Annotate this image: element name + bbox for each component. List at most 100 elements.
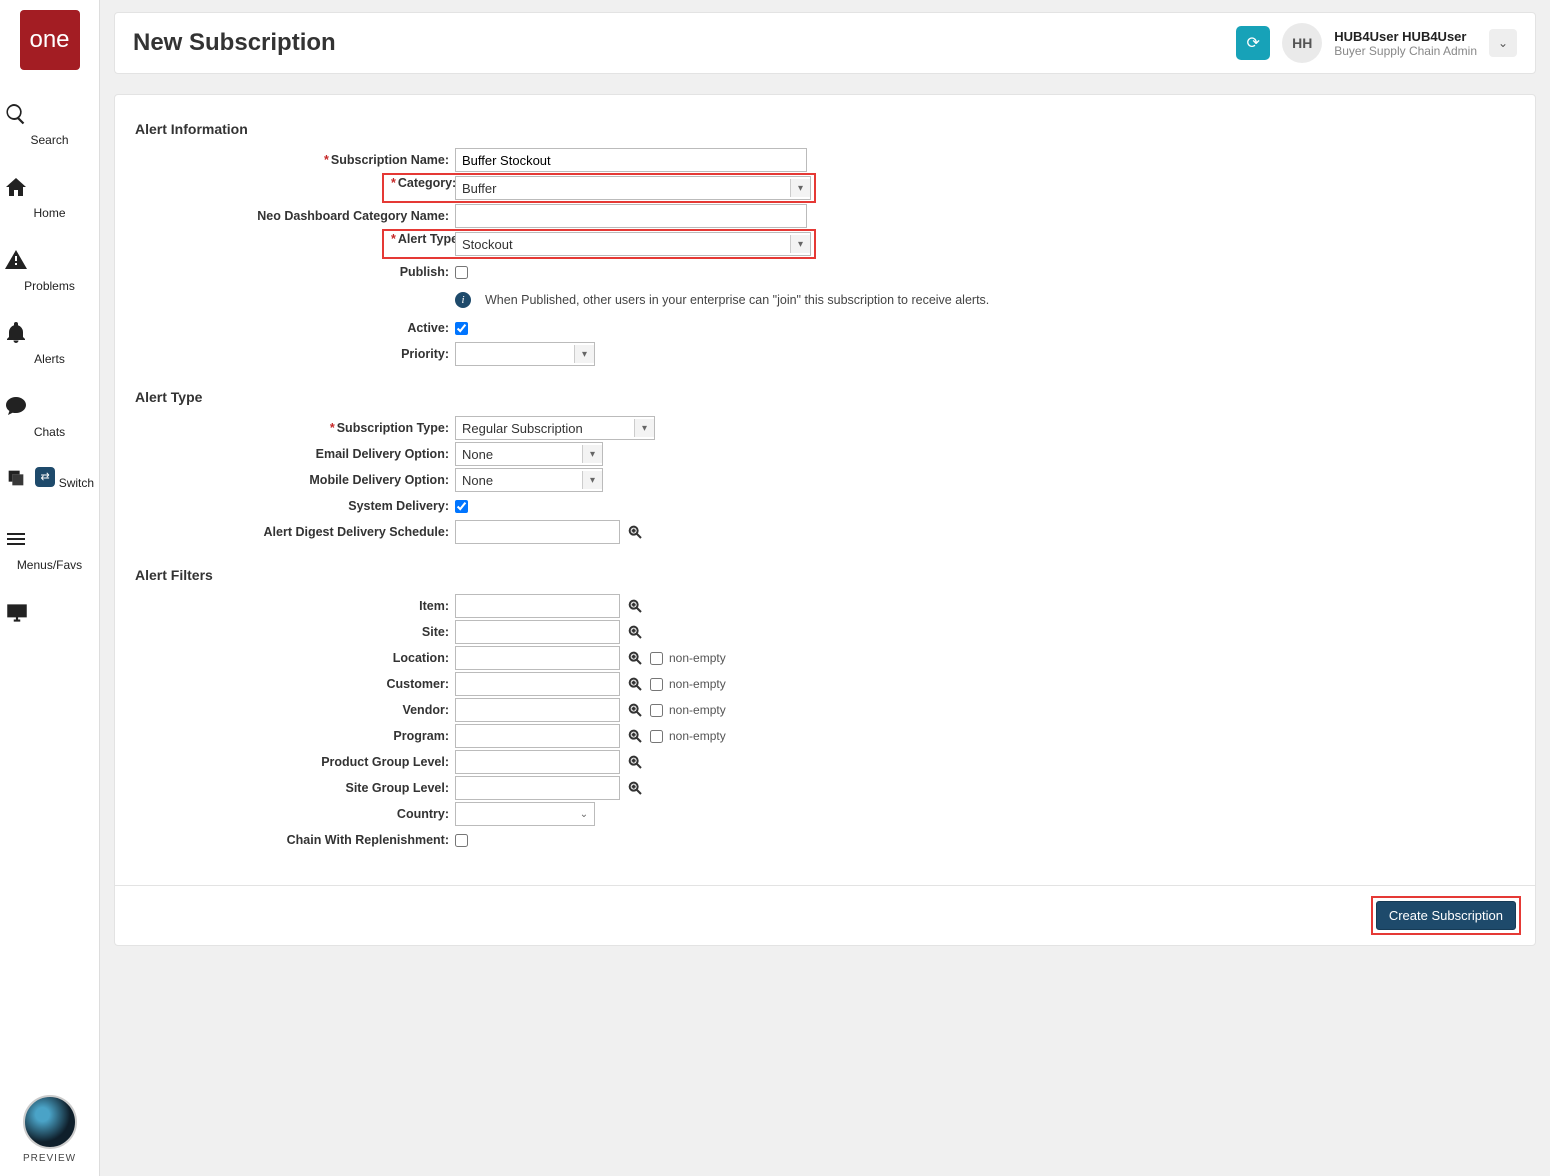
chevron-down-icon: ▾ [790,235,810,253]
publish-checkbox[interactable] [455,266,468,279]
digest-schedule-input[interactable] [455,520,620,544]
label-publish: Publish: [400,265,449,279]
label-nonempty: non-empty [669,677,726,691]
label-system-delivery: System Delivery: [348,499,449,513]
neo-dashboard-input[interactable] [455,204,807,228]
search-zoom-icon[interactable] [626,623,644,641]
user-avatar[interactable]: HH [1282,23,1322,63]
logo[interactable]: one [20,10,80,70]
nav-label: Search [30,133,68,147]
section-alert-type: Alert Type [135,389,1515,405]
refresh-icon: ⟳ [1247,33,1260,53]
nav-problems[interactable]: Problems [0,234,99,307]
page-title: New Subscription [133,29,336,57]
search-zoom-icon[interactable] [626,753,644,771]
mobile-delivery-dropdown[interactable]: None ▾ [455,468,603,492]
search-zoom-icon[interactable] [626,597,644,615]
swap-icon: ⇄ [35,467,55,487]
nav-search[interactable]: Search [0,88,99,161]
chevron-down-icon: ▾ [582,445,602,463]
system-delivery-checkbox[interactable] [455,500,468,513]
preview-avatar[interactable] [23,1095,77,1149]
chevron-down-icon: ▾ [790,179,810,197]
program-input[interactable] [455,724,620,748]
nav-monitor[interactable] [0,586,99,646]
vendor-nonempty-checkbox[interactable] [650,704,663,717]
user-info: HUB4User HUB4User Buyer Supply Chain Adm… [1334,29,1477,58]
highlight-category: *Category: Buffer ▾ [382,173,816,203]
nav-label: Chats [34,425,65,439]
search-zoom-icon[interactable] [626,523,644,541]
nav-chats[interactable]: Chats [0,380,99,453]
chain-replenishment-checkbox[interactable] [455,834,468,847]
label-customer: Customer: [386,677,449,691]
subscription-type-dropdown[interactable]: Regular Subscription ▾ [455,416,655,440]
location-nonempty-checkbox[interactable] [650,652,663,665]
subscription-name-input[interactable] [455,148,807,172]
site-group-level-input[interactable] [455,776,620,800]
warning-icon [4,248,95,272]
label-location: Location: [393,651,449,665]
info-icon: i [455,292,471,308]
label-nonempty: non-empty [669,703,726,717]
email-delivery-value: None [462,447,493,462]
chevron-down-icon: ⌄ [574,805,594,823]
home-icon [4,175,95,199]
section-alert-information: Alert Information [135,121,1515,137]
label-chain-replenishment: Chain With Replenishment: [287,833,449,847]
switch-icon: ⇄ [5,467,55,493]
category-dropdown[interactable]: Buffer ▾ [455,176,811,200]
nav-switch[interactable]: ⇄ Switch [0,453,99,513]
create-subscription-button[interactable]: Create Subscription [1376,901,1516,930]
search-zoom-icon[interactable] [626,727,644,745]
chevron-down-icon: ⌄ [1498,36,1508,50]
category-value: Buffer [462,181,496,196]
nav-menus[interactable]: Menus/Favs [0,513,99,586]
label-subscription-name: Subscription Name: [331,153,449,167]
search-zoom-icon[interactable] [626,779,644,797]
label-vendor: Vendor: [402,703,449,717]
sidebar: one Search Home Problems Alerts [0,0,100,1176]
user-menu-toggle[interactable]: ⌄ [1489,29,1517,57]
chevron-down-icon: ▾ [634,419,654,437]
search-zoom-icon[interactable] [626,675,644,693]
vendor-input[interactable] [455,698,620,722]
nav-label: Home [33,206,65,220]
customer-nonempty-checkbox[interactable] [650,678,663,691]
label-priority: Priority: [401,347,449,361]
nav-home[interactable]: Home [0,161,99,234]
content-card: Alert Information *Subscription Name: *C… [114,94,1536,946]
label-category: Category: [398,176,456,190]
chevron-down-icon: ▾ [582,471,602,489]
nav-label: Switch [59,476,94,490]
monitor-icon [4,600,95,626]
label-program: Program: [393,729,449,743]
country-dropdown[interactable]: ⌄ [455,802,595,826]
active-checkbox[interactable] [455,322,468,335]
program-nonempty-checkbox[interactable] [650,730,663,743]
label-site: Site: [422,625,449,639]
location-input[interactable] [455,646,620,670]
nav-alerts[interactable]: Alerts [0,307,99,380]
subscription-type-value: Regular Subscription [462,421,583,436]
publish-hint: When Published, other users in your ente… [485,293,989,307]
search-zoom-icon[interactable] [626,649,644,667]
label-country: Country: [397,807,449,821]
priority-dropdown[interactable]: ▾ [455,342,595,366]
search-icon [4,102,95,126]
footer-bar: Create Subscription [115,885,1535,945]
item-input[interactable] [455,594,620,618]
refresh-button[interactable]: ⟳ [1236,26,1270,60]
product-group-level-input[interactable] [455,750,620,774]
customer-input[interactable] [455,672,620,696]
nav-label: Menus/Favs [17,558,82,572]
label-mobile-delivery: Mobile Delivery Option: [309,473,449,487]
alert-type-dropdown[interactable]: Stockout ▾ [455,232,811,256]
section-alert-filters: Alert Filters [135,567,1515,583]
nav-label: Alerts [34,352,65,366]
label-alert-type: Alert Type: [398,232,462,246]
label-product-group-level: Product Group Level: [321,755,449,769]
site-input[interactable] [455,620,620,644]
email-delivery-dropdown[interactable]: None ▾ [455,442,603,466]
search-zoom-icon[interactable] [626,701,644,719]
